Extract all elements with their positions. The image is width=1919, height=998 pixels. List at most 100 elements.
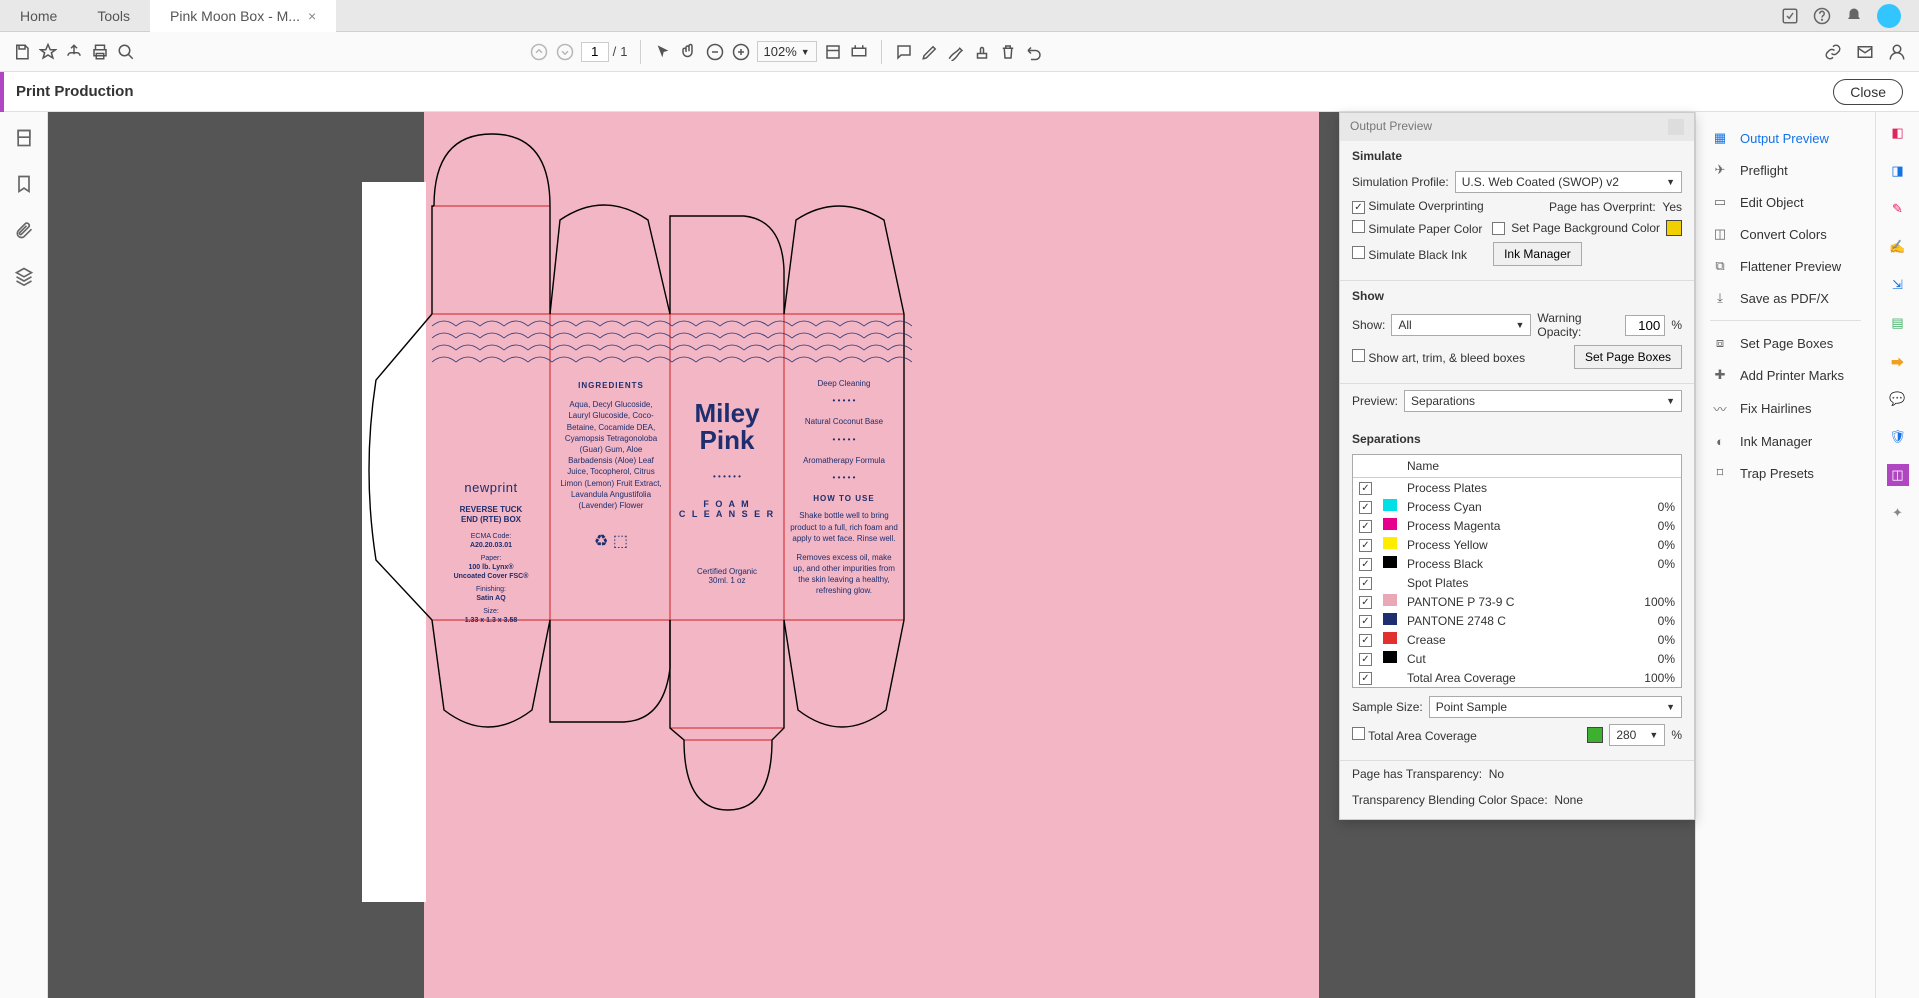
combine-icon[interactable]: ◨ — [1887, 160, 1909, 182]
layers-icon[interactable] — [12, 264, 36, 288]
attachment-icon[interactable] — [12, 218, 36, 242]
tool-output-preview[interactable]: ▦Output Preview — [1696, 122, 1875, 154]
organize-icon[interactable]: ▤ — [1887, 312, 1909, 334]
art-trim-checkbox[interactable] — [1352, 349, 1365, 362]
tool-ink-manager[interactable]: ◐Ink Manager — [1696, 426, 1875, 457]
page-down-icon[interactable] — [555, 42, 575, 62]
page-counter: /1 — [581, 42, 628, 62]
separation-row: Crease0% — [1353, 630, 1681, 649]
upload-icon[interactable] — [64, 42, 84, 62]
pointer-icon[interactable] — [653, 42, 673, 62]
send-icon[interactable]: ⮕ — [1887, 350, 1909, 372]
fit-page-icon[interactable] — [849, 42, 869, 62]
document-page: newprint REVERSE TUCK END (RTE) BOX ECMA… — [424, 112, 1319, 998]
bg-color-swatch[interactable] — [1666, 220, 1682, 236]
separation-checkbox[interactable] — [1359, 520, 1372, 533]
mail-icon[interactable] — [1855, 42, 1875, 62]
hand-icon[interactable] — [679, 42, 699, 62]
tab-home[interactable]: Home — [0, 0, 77, 32]
separation-row: Process Plates — [1353, 478, 1681, 497]
separation-checkbox[interactable] — [1359, 501, 1372, 514]
export-pdf-icon[interactable]: ⇲ — [1887, 274, 1909, 296]
tool-trap-presets[interactable]: ⌑Trap Presets — [1696, 457, 1875, 489]
fit-width-icon[interactable] — [823, 42, 843, 62]
edit-pdf-icon[interactable]: ✎ — [1887, 198, 1909, 220]
tool-set-page-boxes[interactable]: ⧈Set Page Boxes — [1696, 327, 1875, 359]
thumbnails-icon[interactable] — [12, 126, 36, 150]
show-select[interactable]: All▼ — [1391, 314, 1531, 336]
separation-checkbox[interactable] — [1359, 634, 1372, 647]
panel-title: Output Preview — [1350, 119, 1432, 135]
sample-size-select[interactable]: Point Sample▼ — [1429, 696, 1682, 718]
separation-row: Total Area Coverage100% — [1353, 668, 1681, 687]
sign-icon[interactable]: ✍ — [1887, 236, 1909, 258]
close-button[interactable]: Close — [1833, 79, 1903, 105]
stamp-icon[interactable] — [972, 42, 992, 62]
separation-checkbox[interactable] — [1359, 653, 1372, 666]
trash-icon[interactable] — [998, 42, 1018, 62]
create-pdf-icon[interactable]: ◧ — [1887, 122, 1909, 144]
profile-icon[interactable] — [1887, 42, 1907, 62]
highlight-icon[interactable] — [920, 42, 940, 62]
page-input[interactable] — [581, 42, 609, 62]
warning-opacity-input[interactable] — [1625, 315, 1665, 336]
tool-convert-colors[interactable]: ◫Convert Colors — [1696, 218, 1875, 250]
tool-edit-object[interactable]: ▭Edit Object — [1696, 186, 1875, 218]
preview-select[interactable]: Separations▼ — [1404, 390, 1682, 412]
sign-pen-icon[interactable] — [946, 42, 966, 62]
separation-row: Process Cyan0% — [1353, 497, 1681, 516]
tool-preflight[interactable]: ✈Preflight — [1696, 154, 1875, 186]
print-production-icon[interactable]: ◫ — [1887, 464, 1909, 486]
separation-checkbox[interactable] — [1359, 482, 1372, 495]
more-tools-icon[interactable]: ✦ — [1887, 502, 1909, 524]
undo-icon[interactable] — [1024, 42, 1044, 62]
ink-manager-button[interactable]: Ink Manager — [1493, 242, 1582, 266]
set-page-boxes-button[interactable]: Set Page Boxes — [1574, 345, 1682, 369]
simulation-profile-select[interactable]: U.S. Web Coated (SWOP) v2▼ — [1455, 171, 1682, 193]
zoom-select[interactable]: 102%▼ — [757, 41, 817, 62]
paper-color-checkbox[interactable] — [1352, 220, 1365, 233]
close-icon[interactable]: × — [308, 8, 316, 24]
tab-document[interactable]: Pink Moon Box - M... × — [150, 0, 336, 32]
tac-checkbox[interactable] — [1352, 727, 1365, 740]
overprint-checkbox[interactable] — [1352, 201, 1365, 214]
tool-fix-hairlines[interactable]: 〰Fix Hairlines — [1696, 391, 1875, 426]
separation-checkbox[interactable] — [1359, 558, 1372, 571]
bookmark-icon[interactable] — [12, 172, 36, 196]
comment-icon[interactable] — [894, 42, 914, 62]
star-icon[interactable] — [38, 42, 58, 62]
protect-icon[interactable]: 🛡 — [1887, 426, 1909, 448]
bg-color-checkbox[interactable] — [1492, 222, 1505, 235]
separation-checkbox[interactable] — [1359, 672, 1372, 685]
page-up-icon[interactable] — [529, 42, 549, 62]
tac-value-select[interactable]: 280▼ — [1609, 724, 1665, 746]
far-right-rail: ◧ ◨ ✎ ✍ ⇲ ▤ ⮕ 💬 🛡 ◫ ✦ — [1875, 112, 1919, 998]
tab-tools[interactable]: Tools — [77, 0, 150, 32]
separations-heading: Separations — [1352, 432, 1682, 446]
zoom-in-icon[interactable] — [731, 42, 751, 62]
save-icon[interactable] — [12, 42, 32, 62]
tool-printer-marks[interactable]: ✚Add Printer Marks — [1696, 359, 1875, 391]
search-icon[interactable] — [116, 42, 136, 62]
print-icon[interactable] — [90, 42, 110, 62]
separation-checkbox[interactable] — [1359, 615, 1372, 628]
separation-checkbox[interactable] — [1359, 539, 1372, 552]
bell-icon[interactable] — [1845, 7, 1863, 25]
subtitle-label: F O A MC L E A N S E R — [670, 499, 784, 519]
separation-row: Process Black0% — [1353, 554, 1681, 573]
help-icon[interactable] — [1813, 7, 1831, 25]
link-icon[interactable] — [1823, 42, 1843, 62]
tool-save-pdfx[interactable]: ⤓Save as PDF/X — [1696, 282, 1875, 314]
share-icon[interactable] — [1781, 7, 1799, 25]
separation-row: Spot Plates — [1353, 573, 1681, 592]
toolbar: /1 102%▼ — [0, 32, 1919, 72]
tool-flattener[interactable]: ⧉Flattener Preview — [1696, 250, 1875, 282]
tab-bar: Home Tools Pink Moon Box - M... × — [0, 0, 1919, 32]
comment-tool-icon[interactable]: 💬 — [1887, 388, 1909, 410]
zoom-out-icon[interactable] — [705, 42, 725, 62]
separation-checkbox[interactable] — [1359, 577, 1372, 590]
panel-close-icon[interactable] — [1668, 119, 1684, 135]
avatar[interactable] — [1877, 4, 1901, 28]
black-ink-checkbox[interactable] — [1352, 246, 1365, 259]
separation-checkbox[interactable] — [1359, 596, 1372, 609]
